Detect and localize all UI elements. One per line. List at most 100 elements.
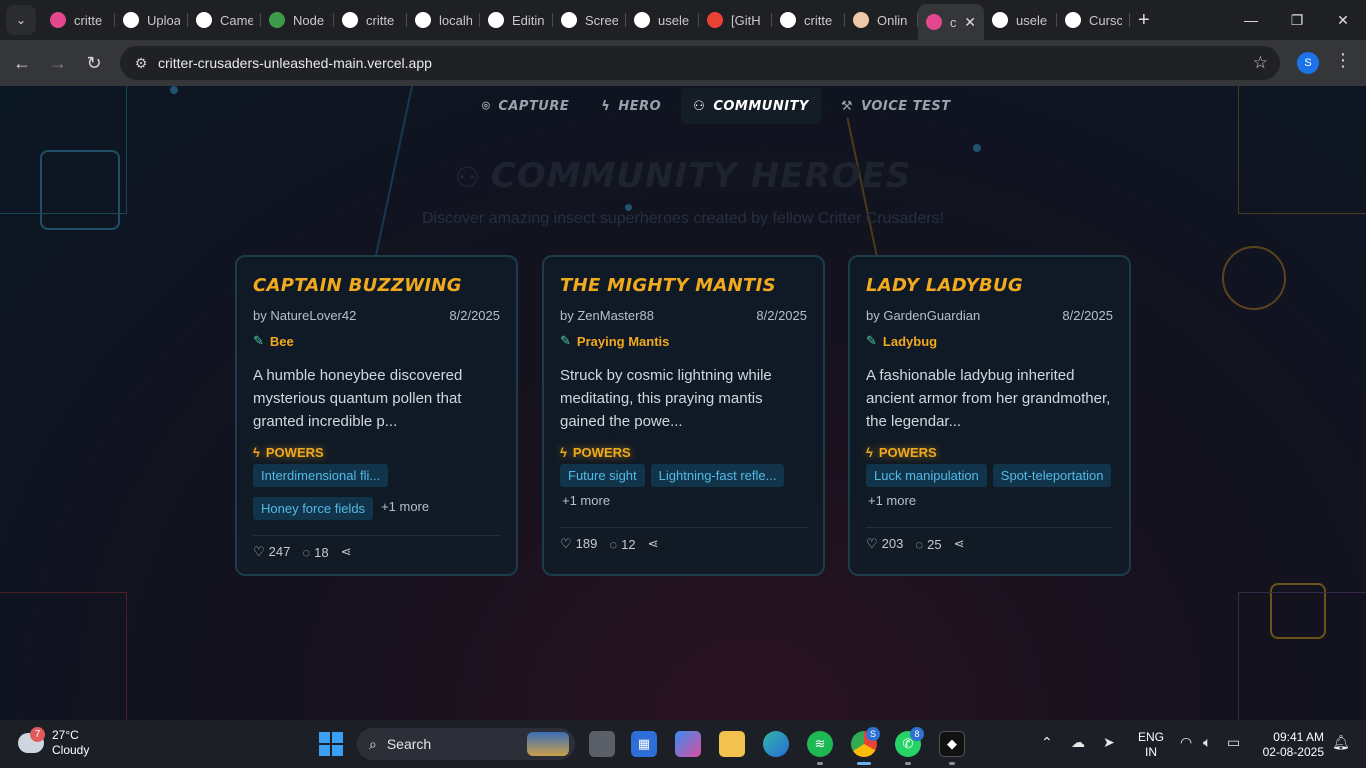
app-running-dot	[949, 762, 955, 765]
onedrive-icon[interactable]: ☁	[1071, 734, 1085, 751]
card-footer: ♡ 247 ◌ 18 ⋖	[253, 535, 500, 560]
share-icon: ⋖	[340, 544, 352, 559]
store-icon[interactable]: ▦	[631, 731, 657, 757]
wifi-icon[interactable]: ◠	[1180, 734, 1192, 751]
cursor-app-icon[interactable]: ◆	[939, 731, 965, 757]
browser-tab[interactable]: Uploa	[115, 4, 188, 36]
comment-button[interactable]: ◌ 12	[609, 537, 635, 552]
browser-tab[interactable]: critte	[772, 4, 845, 36]
minimize-button[interactable]: —	[1228, 0, 1274, 40]
like-button[interactable]: ♡ 189	[560, 536, 597, 552]
species-label: Bee	[269, 333, 294, 349]
tab-title: critte	[74, 12, 103, 28]
claude-icon	[926, 14, 942, 30]
browser-tab[interactable]: c ✕	[918, 4, 984, 40]
nav-capture[interactable]: ⌾ CAPTURE	[470, 88, 581, 124]
browser-tab[interactable]: Came	[188, 4, 261, 36]
github-icon	[634, 12, 650, 28]
share-button[interactable]: ⋖	[954, 536, 969, 552]
page-title: ⚇ COMMUNITY HEROES	[0, 156, 1366, 196]
nav-hero[interactable]: ϟ HERO	[589, 88, 673, 124]
powers-label: POWERS	[878, 445, 937, 460]
new-tab-button[interactable]: +	[1138, 9, 1150, 32]
browser-tab[interactable]: Cursc	[1057, 4, 1130, 36]
hero-card[interactable]: THE MIGHTY MANTIS by ZenMaster88 8/2/202…	[542, 255, 825, 576]
browser-tab[interactable]: Onlin	[845, 4, 918, 36]
share-icon: ⋖	[953, 536, 965, 551]
bookmark-star-icon[interactable]: ☆	[1253, 53, 1268, 73]
cloud-icon: 7	[18, 727, 45, 753]
browser-tab[interactable]: Editin	[480, 4, 553, 36]
tab-title: Uploa	[147, 12, 180, 28]
vercel-icon	[780, 12, 796, 28]
edge-icon[interactable]	[763, 731, 789, 757]
lightning-icon: ϟ	[866, 445, 873, 460]
like-button[interactable]: ♡ 247	[253, 544, 290, 560]
nav-community[interactable]: ⚇ COMMUNITY	[681, 88, 821, 124]
location-icon[interactable]: ➤	[1103, 734, 1115, 751]
nav-voice-test[interactable]: ⚒ VOICE TEST	[829, 88, 963, 124]
share-button[interactable]: ⋖	[341, 544, 356, 560]
file-explorer-icon[interactable]	[719, 731, 745, 757]
task-view-icon[interactable]	[589, 731, 615, 757]
browser-menu-icon[interactable]: ⋮	[1334, 50, 1352, 71]
close-window-button[interactable]: ✕	[1320, 0, 1366, 40]
bug-icon: ✎	[560, 333, 571, 348]
hero-author: by NatureLover42	[253, 308, 357, 323]
share-button[interactable]: ⋖	[648, 536, 663, 552]
app-active-dot	[857, 762, 871, 765]
tab-title: critte	[804, 12, 833, 28]
cursor-icon	[1065, 12, 1081, 28]
system-clock[interactable]: 09:41 AM 02-08-2025	[1260, 730, 1324, 760]
weather-widget[interactable]: 7 27°C Cloudy	[18, 727, 89, 758]
comment-button[interactable]: ◌ 25	[915, 537, 941, 552]
power-tag: Lightning-fast refle...	[650, 464, 785, 487]
start-button[interactable]	[319, 732, 343, 756]
battery-icon[interactable]: ▭	[1227, 734, 1240, 751]
powers-label: POWERS	[265, 445, 324, 460]
browser-tab[interactable]: [GitH	[699, 4, 772, 36]
back-button[interactable]: ←	[4, 45, 40, 81]
profile-avatar[interactable]: S	[1297, 52, 1319, 74]
clock-time: 09:41 AM	[1273, 730, 1324, 744]
forward-button[interactable]: →	[40, 45, 76, 81]
browser-tab[interactable]: localh	[407, 4, 480, 36]
address-bar-row: ← → ↻ ⚙ critter-crusaders-unleashed-main…	[0, 40, 1366, 86]
reload-button[interactable]: ↻	[76, 45, 112, 81]
close-tab-icon[interactable]: ✕	[964, 14, 976, 31]
browser-tab[interactable]: Node	[261, 4, 334, 36]
show-hidden-icons[interactable]: ⌃	[1041, 734, 1053, 751]
volume-icon[interactable]: 🔈︎	[1203, 734, 1211, 751]
comment-button[interactable]: ◌ 18	[302, 545, 328, 560]
top-nav: ⌾ CAPTURE ϟ HERO ⚇ COMMUNITY ⚒ VOICE TES…	[470, 86, 963, 126]
hero-card[interactable]: LADY LADYBUG by GardenGuardian 8/2/2025 …	[848, 255, 1131, 576]
hero-author: by GardenGuardian	[866, 308, 981, 323]
power-tag: Spot-teleportation	[992, 464, 1112, 487]
decor-circle	[1222, 246, 1286, 310]
browser-tab[interactable]: usele	[984, 4, 1057, 36]
hero-card[interactable]: CAPTAIN BUZZWING by NatureLover42 8/2/20…	[235, 255, 518, 576]
browser-tab[interactable]: Scree	[553, 4, 626, 36]
powers-tags: Luck manipulation Spot-teleportation +1 …	[866, 464, 1113, 508]
bug-icon: ✎	[866, 333, 877, 348]
lightning-icon: ϟ	[253, 445, 260, 460]
browser-tab[interactable]: usele	[626, 4, 699, 36]
browser-tab[interactable]: critte	[334, 4, 407, 36]
gmail-icon	[707, 12, 723, 28]
maximize-button[interactable]: ❐	[1274, 0, 1320, 40]
browser-tab[interactable]: critte	[42, 4, 115, 36]
lightning-icon: ϟ	[560, 445, 567, 460]
spotify-icon[interactable]: ≋	[807, 731, 833, 757]
power-tag: Honey force fields	[253, 497, 374, 520]
tab-search-button[interactable]: ⌄	[6, 5, 36, 35]
notifications-icon[interactable]: 🔔︎	[1332, 734, 1350, 751]
omnibox[interactable]: ⚙ critter-crusaders-unleashed-main.verce…	[120, 46, 1280, 80]
site-info-icon[interactable]: ⚙	[126, 55, 156, 72]
language-indicator[interactable]: ENG IN	[1138, 730, 1164, 760]
lang-bottom: IN	[1145, 745, 1157, 759]
taskbar-search[interactable]: ⌕ Search	[357, 728, 575, 760]
like-button[interactable]: ♡ 203	[866, 536, 903, 552]
copilot-icon[interactable]	[675, 731, 701, 757]
hero-date: 8/2/2025	[449, 308, 500, 323]
github-icon	[123, 12, 139, 28]
